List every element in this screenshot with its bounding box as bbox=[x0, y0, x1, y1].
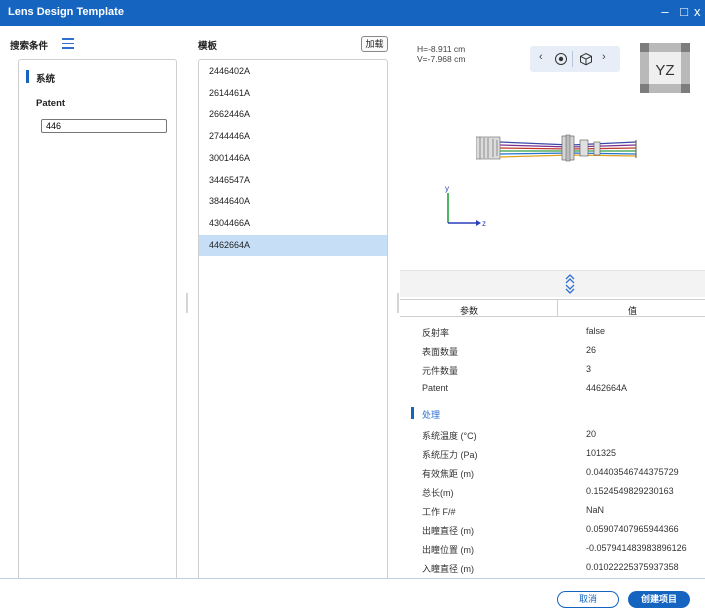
property-row: 系统压力 (Pa) 101325 bbox=[400, 445, 705, 464]
property-value: 4462664A bbox=[586, 383, 628, 393]
property-row: 表面数量 26 bbox=[400, 342, 705, 361]
param-column-header: 参数 bbox=[460, 306, 479, 316]
filter-box: 系统 Patent bbox=[18, 59, 177, 593]
splitter-handle[interactable] bbox=[397, 293, 399, 313]
template-item[interactable]: 2446402A bbox=[199, 61, 387, 82]
minimize-button[interactable]: – bbox=[656, 3, 674, 21]
property-row: Patent 4462664A bbox=[400, 380, 705, 399]
patent-input[interactable] bbox=[41, 119, 167, 133]
property-value: 20 bbox=[586, 429, 597, 439]
target-icon[interactable] bbox=[554, 52, 568, 66]
property-row: 有效焦距 (m) 0.04403546744375729 bbox=[400, 464, 705, 483]
property-row: 反射率 false bbox=[400, 323, 705, 342]
collapse-toggle-icon[interactable] bbox=[563, 271, 577, 297]
template-list: 2446402A 2614461A 2662446A 2744446A 3001446A… bbox=[198, 59, 388, 593]
maximize-button[interactable]: □ bbox=[675, 3, 693, 21]
axis-triad: y z bbox=[445, 184, 486, 228]
template-item[interactable]: 3446547A bbox=[199, 170, 387, 191]
axis-y-label: y bbox=[445, 184, 449, 193]
collapse-strip bbox=[400, 270, 705, 297]
lens-viewport[interactable]: H=-8.911 cm V=-7.968 cm ‹ › YZ y z bbox=[400, 26, 705, 270]
property-row: 总长(m) 0.1524549829230163 bbox=[400, 483, 705, 502]
load-button[interactable]: 加载 bbox=[361, 36, 388, 52]
position-readout: H=-8.911 cm V=-7.968 cm bbox=[417, 44, 465, 64]
system-section-label: 系统 bbox=[36, 74, 56, 85]
property-key: 反射率 bbox=[422, 328, 450, 338]
property-key: 出瞳直径 (m) bbox=[422, 526, 474, 536]
menu-icon[interactable] bbox=[62, 38, 74, 49]
property-key: 表面数量 bbox=[422, 347, 459, 357]
create-project-button[interactable]: 创建项目 bbox=[628, 591, 690, 608]
template-item[interactable]: 2662446A bbox=[199, 104, 387, 125]
property-row: 出瞳直径 (m) 0.05907407965944366 bbox=[400, 521, 705, 540]
property-row: 出瞳位置 (m) -0.057941483983896126 bbox=[400, 540, 705, 559]
chevron-left-icon[interactable]: ‹ bbox=[539, 51, 543, 63]
property-value: 0.1524549829230163 bbox=[586, 486, 674, 496]
chevron-right-icon[interactable]: › bbox=[602, 51, 606, 63]
value-column-header: 值 bbox=[628, 306, 638, 316]
property-key: 有效焦距 (m) bbox=[422, 469, 474, 479]
property-key: 出瞳位置 (m) bbox=[422, 545, 474, 555]
view-cube-label: YZ bbox=[655, 62, 674, 79]
template-panel: 模板 加载 2446402A 2614461A 2662446A 2744446A 30… bbox=[196, 26, 392, 593]
property-key: 总长(m) bbox=[422, 488, 454, 498]
property-key: 元件数量 bbox=[422, 366, 459, 376]
template-item[interactable]: 2614461A bbox=[199, 83, 387, 104]
group-label: 处理 bbox=[422, 410, 441, 420]
lens-layout-drawing bbox=[476, 134, 637, 162]
property-row: 入瞳直径 (m) 0.01022225375937358 bbox=[400, 559, 705, 578]
property-value: -0.057941483983896126 bbox=[586, 543, 687, 553]
property-row: 工作 F/# NaN bbox=[400, 502, 705, 521]
view-cube[interactable]: YZ bbox=[640, 43, 690, 93]
axis-z-label: z bbox=[482, 219, 486, 228]
title-bar: Lens Design Template – □ x bbox=[0, 0, 705, 26]
property-key: 系统温度 (°C) bbox=[422, 431, 477, 441]
property-value: NaN bbox=[586, 505, 605, 515]
property-row: 元件数量 3 bbox=[400, 361, 705, 380]
property-value: 101325 bbox=[586, 448, 617, 458]
search-panel: 搜索条件 系统 Patent bbox=[0, 26, 186, 593]
properties-header: 参数 值 bbox=[400, 299, 705, 317]
property-key: 系统压力 (Pa) bbox=[422, 450, 478, 460]
preview-panel: H=-8.911 cm V=-7.968 cm ‹ › YZ y z 参数 值 … bbox=[400, 26, 705, 578]
template-item[interactable]: 2744446A bbox=[199, 126, 387, 147]
property-value: 0.04403546744375729 bbox=[586, 467, 679, 477]
property-key: 入瞳直径 (m) bbox=[422, 564, 474, 574]
template-item[interactable]: 4304466A bbox=[199, 213, 387, 234]
template-item[interactable]: 3001446A bbox=[199, 148, 387, 169]
template-header: 模板 bbox=[198, 41, 218, 52]
property-value: 0.05907407965944366 bbox=[586, 524, 679, 534]
close-button[interactable]: x bbox=[694, 3, 705, 21]
property-key: 工作 F/# bbox=[422, 507, 456, 517]
cube-icon[interactable] bbox=[579, 52, 593, 66]
h-readout: H=-8.911 cm bbox=[417, 44, 466, 54]
patent-label: Patent bbox=[36, 98, 66, 109]
property-value: 26 bbox=[586, 345, 597, 355]
splitter-handle[interactable] bbox=[186, 293, 188, 313]
view-nav: ‹ › bbox=[530, 46, 620, 72]
section-marker bbox=[26, 70, 29, 83]
v-readout: V=-7.968 cm bbox=[417, 54, 466, 64]
property-key: Patent bbox=[422, 383, 449, 393]
template-item[interactable]: 4462664A bbox=[199, 234, 387, 256]
footer-bar: 取消 创建项目 bbox=[0, 578, 705, 612]
window-title: Lens Design Template bbox=[8, 6, 124, 18]
property-row: 系统温度 (°C) 20 bbox=[400, 426, 705, 445]
search-header: 搜索条件 bbox=[10, 41, 49, 52]
property-value: false bbox=[586, 326, 606, 336]
property-value: 0.01022225375937358 bbox=[586, 562, 679, 572]
property-value: 3 bbox=[586, 364, 592, 374]
template-item[interactable]: 3844640A bbox=[199, 191, 387, 212]
group-marker bbox=[411, 407, 414, 419]
cancel-button[interactable]: 取消 bbox=[557, 591, 619, 608]
